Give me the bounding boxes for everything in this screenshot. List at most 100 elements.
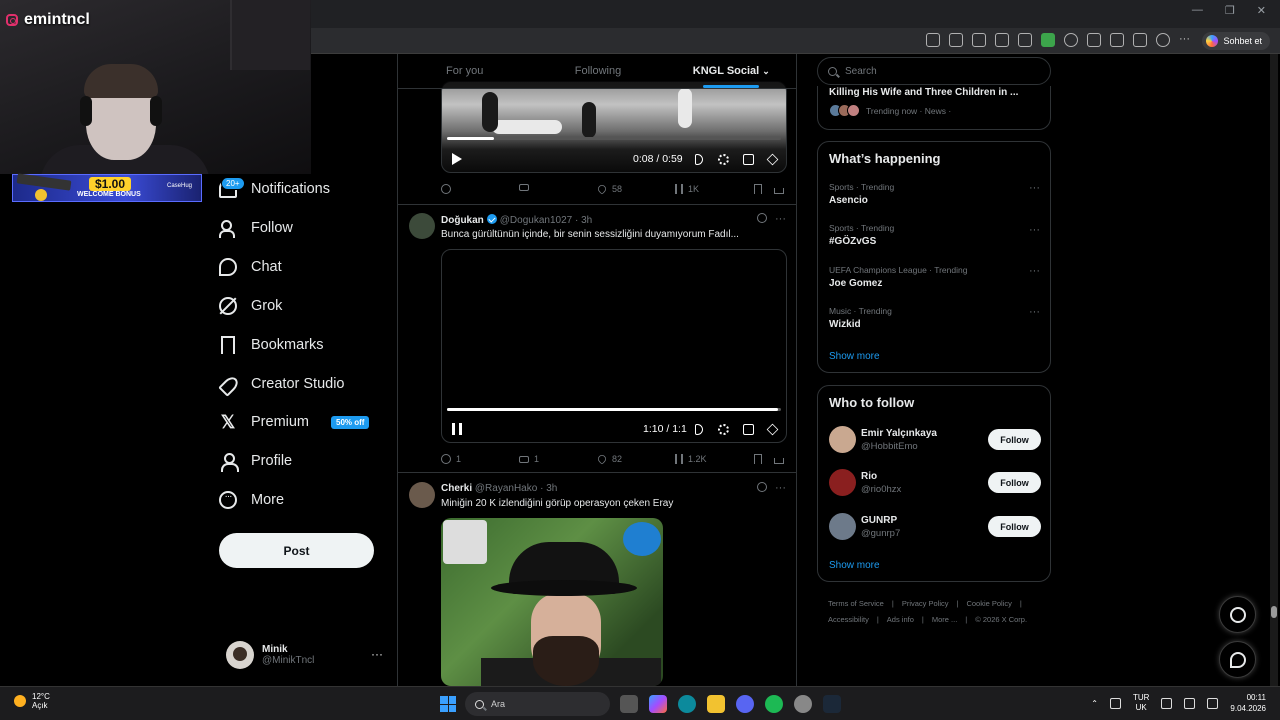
video-player[interactable]: 0:08 / 0:59 bbox=[441, 81, 787, 173]
play-icon[interactable] bbox=[452, 153, 462, 165]
author-handle[interactable]: @RayanHako bbox=[475, 483, 537, 494]
like-button[interactable]: 58 bbox=[596, 183, 622, 195]
post-3[interactable]: Cherki @RayanHako · 3h ··· Miniğin 20 K … bbox=[398, 473, 796, 686]
speaker-icon[interactable] bbox=[1184, 697, 1196, 709]
bookmark-button[interactable] bbox=[754, 184, 762, 194]
follow-button[interactable]: Follow bbox=[988, 516, 1041, 537]
nav-premium[interactable]: 𝕏 Premium 50% off bbox=[219, 407, 370, 437]
author-name[interactable]: Doğukan bbox=[441, 215, 484, 226]
apps-icon[interactable] bbox=[926, 33, 940, 47]
follow-suggestion[interactable]: Rio @rio0hzx Follow bbox=[829, 467, 1041, 499]
maximize-icon[interactable]: ❐ bbox=[1225, 4, 1235, 17]
avatar[interactable] bbox=[829, 513, 856, 540]
fullscreen-icon[interactable] bbox=[766, 423, 779, 435]
nav-chat[interactable]: Chat bbox=[219, 252, 282, 282]
news-card[interactable]: Killing His Wife and Three Children in .… bbox=[817, 86, 1051, 130]
chat-floating-button[interactable] bbox=[1219, 641, 1256, 678]
discord-icon[interactable] bbox=[736, 695, 754, 713]
taskbar-search[interactable]: Ara bbox=[465, 692, 610, 716]
follow-button[interactable]: Follow bbox=[988, 429, 1041, 450]
avatar[interactable] bbox=[409, 213, 435, 239]
windows-start-icon[interactable] bbox=[440, 696, 456, 712]
reply-button[interactable]: 1 bbox=[441, 454, 461, 464]
avatar[interactable] bbox=[829, 426, 856, 453]
avatar[interactable] bbox=[829, 469, 856, 496]
video-progress-bar[interactable] bbox=[447, 408, 781, 411]
more-dots-icon[interactable]: ··· bbox=[775, 213, 786, 225]
grok-icon[interactable] bbox=[757, 213, 767, 223]
more-menu-icon[interactable]: ··· bbox=[1179, 33, 1190, 47]
read-aloud-icon[interactable] bbox=[972, 33, 986, 47]
favorite-star-icon[interactable] bbox=[995, 33, 1009, 47]
reply-button[interactable] bbox=[441, 184, 451, 194]
nav-bookmarks[interactable]: Bookmarks bbox=[219, 330, 324, 360]
profile-avatar-icon[interactable] bbox=[1156, 33, 1170, 47]
collections-icon[interactable] bbox=[1133, 33, 1147, 47]
grok-floating-button[interactable] bbox=[1219, 596, 1256, 633]
pip-icon[interactable] bbox=[743, 423, 754, 435]
settings-gear-icon[interactable] bbox=[794, 695, 812, 713]
volume-icon[interactable] bbox=[695, 153, 703, 165]
monitor-icon[interactable] bbox=[1161, 697, 1173, 709]
page-scrollbar[interactable] bbox=[1270, 54, 1278, 686]
search-input[interactable]: Search bbox=[817, 57, 1051, 85]
nav-creator-studio[interactable]: Creator Studio bbox=[219, 369, 345, 399]
user-name[interactable]: Rio bbox=[861, 471, 877, 482]
views-button[interactable]: 1K bbox=[675, 184, 699, 194]
spotify-icon[interactable] bbox=[765, 695, 783, 713]
follow-suggestion[interactable]: GUNRP @gunrp7 Follow bbox=[829, 511, 1041, 543]
views-button[interactable]: 1.2K bbox=[675, 454, 707, 464]
extension-shield-icon[interactable] bbox=[1018, 33, 1032, 47]
extensions-puzzle-icon[interactable] bbox=[1087, 33, 1101, 47]
repost-button[interactable] bbox=[519, 184, 529, 191]
more-dots-icon[interactable]: ··· bbox=[1029, 265, 1040, 277]
edge-icon[interactable] bbox=[678, 695, 696, 713]
footer-link[interactable]: Ads info bbox=[887, 615, 914, 624]
minimize-icon[interactable]: — bbox=[1192, 4, 1203, 17]
copilot-icon[interactable] bbox=[649, 695, 667, 713]
trend-name[interactable]: #GÖZvGS bbox=[829, 236, 876, 247]
tab-kngl-social[interactable]: KNGL Social ⌄ bbox=[665, 54, 796, 88]
nav-follow[interactable]: Follow bbox=[219, 213, 293, 243]
author-handle[interactable]: @Dogukan1027 bbox=[500, 215, 572, 226]
tab-for-you[interactable]: For you bbox=[398, 54, 531, 88]
video-progress-bar[interactable] bbox=[447, 137, 781, 140]
nav-more[interactable]: ··· More bbox=[219, 485, 284, 515]
task-view-icon[interactable] bbox=[620, 695, 638, 713]
more-dots-icon[interactable]: ··· bbox=[371, 647, 383, 661]
account-switcher[interactable]: Minik @MinikTncl ··· bbox=[226, 641, 386, 669]
follow-suggestion[interactable]: Emir Yalçınkaya @HobbitEmo Follow bbox=[829, 424, 1041, 456]
pause-icon[interactable] bbox=[452, 423, 462, 435]
footer-link[interactable]: Privacy Policy bbox=[902, 599, 949, 608]
pip-icon[interactable] bbox=[743, 153, 754, 165]
settings-gear-icon[interactable] bbox=[718, 153, 729, 165]
extension-green-icon[interactable] bbox=[1041, 33, 1055, 47]
microphone-icon[interactable] bbox=[1109, 697, 1121, 709]
refresh-extension-icon[interactable] bbox=[1064, 33, 1078, 47]
nav-profile[interactable]: Profile bbox=[219, 446, 292, 476]
footer-link[interactable]: Terms of Service bbox=[828, 599, 884, 608]
favorites-icon[interactable] bbox=[1110, 33, 1124, 47]
post-image[interactable] bbox=[441, 518, 663, 686]
weather-widget[interactable]: 12°C Açık bbox=[14, 692, 50, 710]
grok-icon[interactable] bbox=[757, 482, 767, 492]
clock[interactable]: 00:11 9.04.2026 bbox=[1230, 692, 1266, 714]
repost-button[interactable]: 1 bbox=[519, 454, 539, 464]
copilot-chat-button[interactable]: Sohbet et bbox=[1202, 32, 1270, 50]
video-player[interactable]: 1:10 / 1:1 bbox=[441, 249, 787, 443]
bookmark-button[interactable] bbox=[754, 454, 762, 464]
footer-link[interactable]: Cookie Policy bbox=[966, 599, 1011, 608]
trend-name[interactable]: Asencio bbox=[829, 195, 868, 206]
close-icon[interactable]: ✕ bbox=[1257, 4, 1266, 17]
more-dots-icon[interactable]: ··· bbox=[775, 482, 786, 494]
fullscreen-icon[interactable] bbox=[766, 153, 779, 165]
chevron-up-icon[interactable]: ⌃ bbox=[1091, 699, 1098, 708]
author-name[interactable]: Cherki bbox=[441, 483, 472, 494]
show-more-link[interactable]: Show more bbox=[829, 560, 880, 571]
settings-gear-icon[interactable] bbox=[718, 423, 729, 435]
share-button[interactable] bbox=[774, 184, 784, 194]
follow-button[interactable]: Follow bbox=[988, 472, 1041, 493]
language-indicator[interactable]: TUR UK bbox=[1133, 693, 1149, 713]
more-dots-icon[interactable]: ··· bbox=[1029, 306, 1040, 318]
steam-icon[interactable] bbox=[823, 695, 841, 713]
